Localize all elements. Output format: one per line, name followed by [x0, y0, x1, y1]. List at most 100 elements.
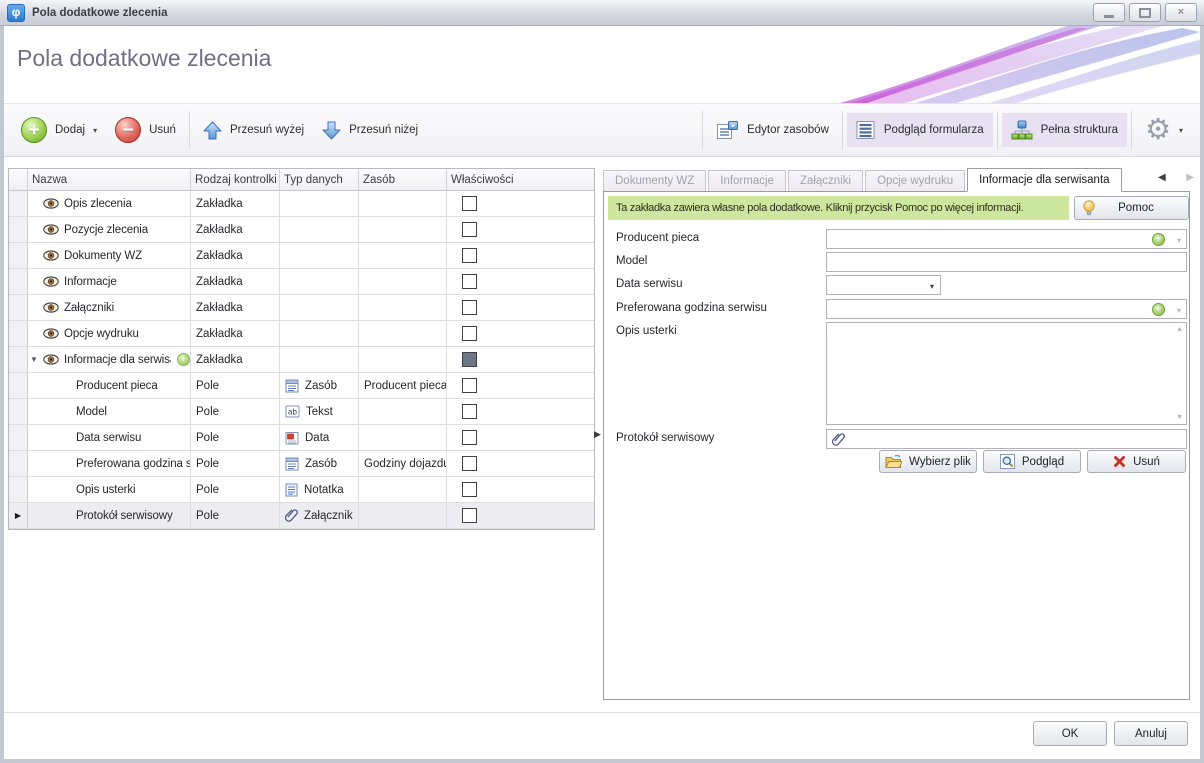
grid-cell-control-kind[interactable]: Zakładka	[191, 347, 280, 373]
grid-cell-resource[interactable]	[359, 269, 447, 295]
properties-checkbox[interactable]	[462, 352, 477, 367]
grid-cell-properties[interactable]	[447, 321, 594, 347]
visibility-eye-icon[interactable]	[43, 302, 59, 313]
column-header-rodzaj-kontrolki[interactable]: Rodzaj kontrolki	[191, 169, 280, 191]
visibility-eye-icon[interactable]	[43, 328, 59, 339]
grid-row[interactable]: Opcje wydrukuZakładka	[9, 321, 594, 347]
form-preview-button[interactable]: Podgląd formularza	[847, 113, 993, 147]
visibility-eye-icon[interactable]	[43, 250, 59, 261]
titlebar[interactable]: φ Pola dodatkowe zlecenia ×	[0, 0, 1204, 26]
choose-file-button[interactable]: Wybierz plik	[879, 450, 977, 473]
tab-informacje[interactable]: Informacje	[708, 170, 786, 191]
grid-cell-name[interactable]: Data serwisu	[28, 425, 191, 451]
properties-checkbox[interactable]	[462, 222, 477, 237]
grid-cell-name[interactable]: Protokół serwisowy	[28, 503, 191, 529]
grid-cell-properties[interactable]	[447, 269, 594, 295]
grid-cell-resource[interactable]	[359, 243, 447, 269]
visibility-eye-icon[interactable]	[43, 224, 59, 235]
move-up-button[interactable]: Przesuń wyżej	[194, 114, 313, 147]
tab-scroll-left-icon[interactable]: ◀	[1158, 172, 1166, 183]
grid-cell-control-kind[interactable]: Zakładka	[191, 217, 280, 243]
grid-cell-data-type[interactable]	[280, 269, 359, 295]
producent-pieca-input[interactable]: + ▾	[826, 229, 1187, 249]
properties-checkbox[interactable]	[462, 456, 477, 471]
properties-checkbox[interactable]	[462, 482, 477, 497]
properties-checkbox[interactable]	[462, 196, 477, 211]
grid-cell-name[interactable]: Opis zlecenia	[28, 191, 191, 217]
move-down-button[interactable]: Przesuń niżej	[313, 114, 427, 147]
column-header-typ-danych[interactable]: Typ danych	[280, 169, 359, 191]
grid-cell-data-type[interactable]	[280, 243, 359, 269]
grid-cell-properties[interactable]	[447, 399, 594, 425]
scroll-down-icon[interactable]: ▼	[1176, 414, 1183, 421]
column-header-nazwa[interactable]: Nazwa	[28, 169, 191, 191]
grid-cell-data-type[interactable]	[280, 217, 359, 243]
grid-cell-resource[interactable]: Godziny dojazdu	[359, 451, 447, 477]
grid-row[interactable]: InformacjeZakładka	[9, 269, 594, 295]
tab-opcje-wydruku[interactable]: Opcje wydruku	[865, 170, 965, 191]
grid-cell-resource[interactable]	[359, 217, 447, 243]
grid-cell-properties[interactable]	[447, 477, 594, 503]
visibility-eye-icon[interactable]	[43, 354, 59, 365]
properties-checkbox[interactable]	[462, 404, 477, 419]
grid-cell-properties[interactable]	[447, 425, 594, 451]
delete-attachment-button[interactable]: Usuń	[1087, 450, 1186, 473]
grid-cell-name[interactable]: Opis usterki	[28, 477, 191, 503]
grid-cell-data-type[interactable]: Data	[280, 425, 359, 451]
cancel-button[interactable]: Anuluj	[1114, 721, 1188, 746]
chevron-down-icon[interactable]: ▾	[930, 282, 934, 291]
grid-cell-resource[interactable]	[359, 425, 447, 451]
grid-cell-name[interactable]: Informacje	[28, 269, 191, 295]
grid-cell-control-kind[interactable]: Zakładka	[191, 295, 280, 321]
grid-cell-name[interactable]: Preferowana godzina se...	[28, 451, 191, 477]
minimize-button[interactable]	[1093, 3, 1125, 22]
grid-cell-data-type[interactable]: Zasób	[280, 451, 359, 477]
grid-cell-name[interactable]: Opcje wydruku	[28, 321, 191, 347]
tab-dokumenty-wz[interactable]: Dokumenty WZ	[603, 170, 706, 191]
grid-row[interactable]: Opis zleceniaZakładka	[9, 191, 594, 217]
grid-cell-properties[interactable]	[447, 243, 594, 269]
grid-cell-data-type[interactable]: Notatka	[280, 477, 359, 503]
grid-cell-data-type[interactable]: Załącznik	[280, 503, 359, 529]
add-resource-icon[interactable]: +	[1152, 303, 1165, 316]
settings-button[interactable]: ⚙ ▾	[1136, 109, 1192, 152]
column-header-wlasciwosci[interactable]: Właściwości	[447, 169, 594, 191]
grid-cell-properties[interactable]	[447, 373, 594, 399]
grid-cell-control-kind[interactable]: Pole	[191, 477, 280, 503]
tab-scroll-right-icon[interactable]: ▶	[1186, 172, 1194, 183]
data-serwisu-combo[interactable]: ▾	[826, 275, 941, 295]
grid-cell-properties[interactable]	[447, 503, 594, 529]
grid-cell-control-kind[interactable]: Zakładka	[191, 191, 280, 217]
grid-cell-data-type[interactable]: Zasób	[280, 373, 359, 399]
remove-button[interactable]: − Usuń	[106, 110, 185, 150]
grid-cell-properties[interactable]	[447, 347, 594, 373]
properties-checkbox[interactable]	[462, 300, 477, 315]
grid-cell-data-type[interactable]	[280, 295, 359, 321]
grid-cell-name[interactable]: Załączniki	[28, 295, 191, 321]
grid-cell-control-kind[interactable]: Pole	[191, 503, 280, 529]
grid-cell-data-type[interactable]: abTekst	[280, 399, 359, 425]
grid-cell-control-kind[interactable]: Pole	[191, 399, 280, 425]
grid-row[interactable]: Data serwisuPoleData	[9, 425, 594, 451]
grid-cell-control-kind[interactable]: Pole	[191, 373, 280, 399]
grid-row[interactable]: ▶Protokół serwisowyPoleZałącznik	[9, 503, 594, 529]
grid-row[interactable]: ▼Informacje dla serwisanta+Zakładka	[9, 347, 594, 373]
grid-cell-properties[interactable]	[447, 191, 594, 217]
grid-row[interactable]: ModelPoleabTekst	[9, 399, 594, 425]
grid-cell-resource[interactable]	[359, 347, 447, 373]
grid-cell-name[interactable]: Model	[28, 399, 191, 425]
ok-button[interactable]: OK	[1033, 721, 1107, 746]
protokol-serwisowy-attachment-field[interactable]	[826, 429, 1187, 449]
grid-row[interactable]: Opis usterkiPoleNotatka	[9, 477, 594, 503]
splitter-collapse-arrow[interactable]: ▶	[594, 429, 601, 440]
add-button[interactable]: + Dodaj ▾	[12, 110, 106, 150]
grid-cell-properties[interactable]	[447, 217, 594, 243]
column-header-zasob[interactable]: Zasób	[359, 169, 447, 191]
grid-cell-control-kind[interactable]: Zakładka	[191, 321, 280, 347]
grid-cell-resource[interactable]	[359, 191, 447, 217]
scroll-up-icon[interactable]: ▲	[1176, 326, 1183, 333]
expander-icon[interactable]: ▼	[30, 355, 43, 364]
grid-cell-name[interactable]: Pozycje zlecenia	[28, 217, 191, 243]
grid-cell-data-type[interactable]	[280, 321, 359, 347]
grid-cell-name[interactable]: ▼Informacje dla serwisanta+	[28, 347, 191, 373]
